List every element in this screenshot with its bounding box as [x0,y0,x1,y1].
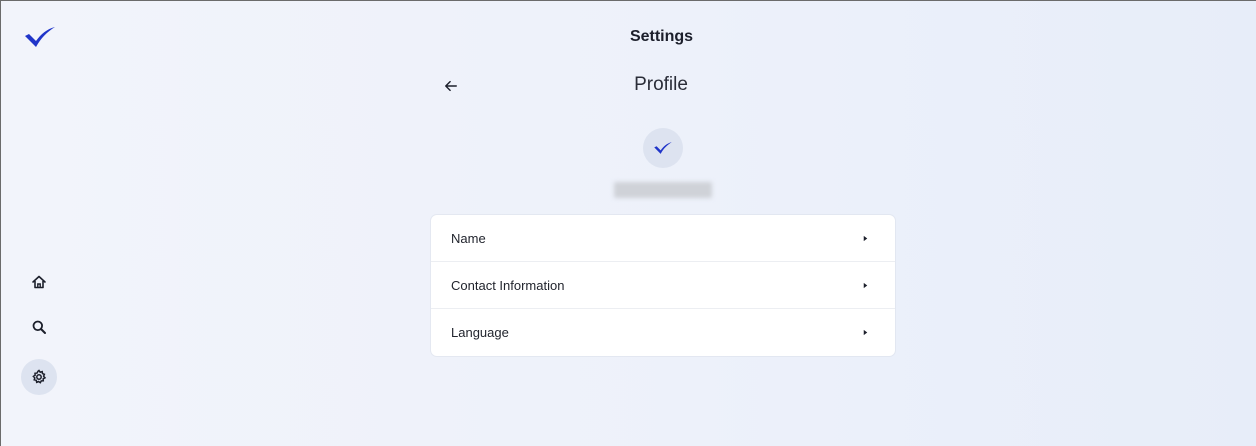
menu-item-label: Language [451,325,509,340]
avatar [643,128,683,168]
page-title: Profile [634,74,688,95]
app-header-title: Settings [629,28,694,45]
caret-right-icon [861,329,869,337]
menu-item-label: Contact Information [451,277,565,293]
sidebar-item-search[interactable] [21,309,57,345]
menu-item-name[interactable]: Name [431,215,895,262]
sidebar-item-home[interactable] [21,264,57,300]
arrow-left-icon [445,80,457,92]
caret-right-icon [861,234,869,242]
menu-item-language[interactable]: Language [431,309,895,356]
search-icon [32,320,46,334]
app-window: Settings Profile Name Contact Informatio… [0,0,1256,446]
back-button[interactable] [439,75,463,97]
menu-item-label: Name [451,230,486,246]
redacted-username [614,182,712,198]
menu-item-contact-information[interactable]: Contact Information [431,262,895,309]
profile-menu: Name Contact Information Language [431,215,895,356]
brand-logo-icon [654,142,672,154]
home-icon [32,275,46,289]
gear-icon [32,369,47,384]
sidebar-item-settings[interactable] [21,359,57,395]
caret-right-icon [861,281,869,289]
